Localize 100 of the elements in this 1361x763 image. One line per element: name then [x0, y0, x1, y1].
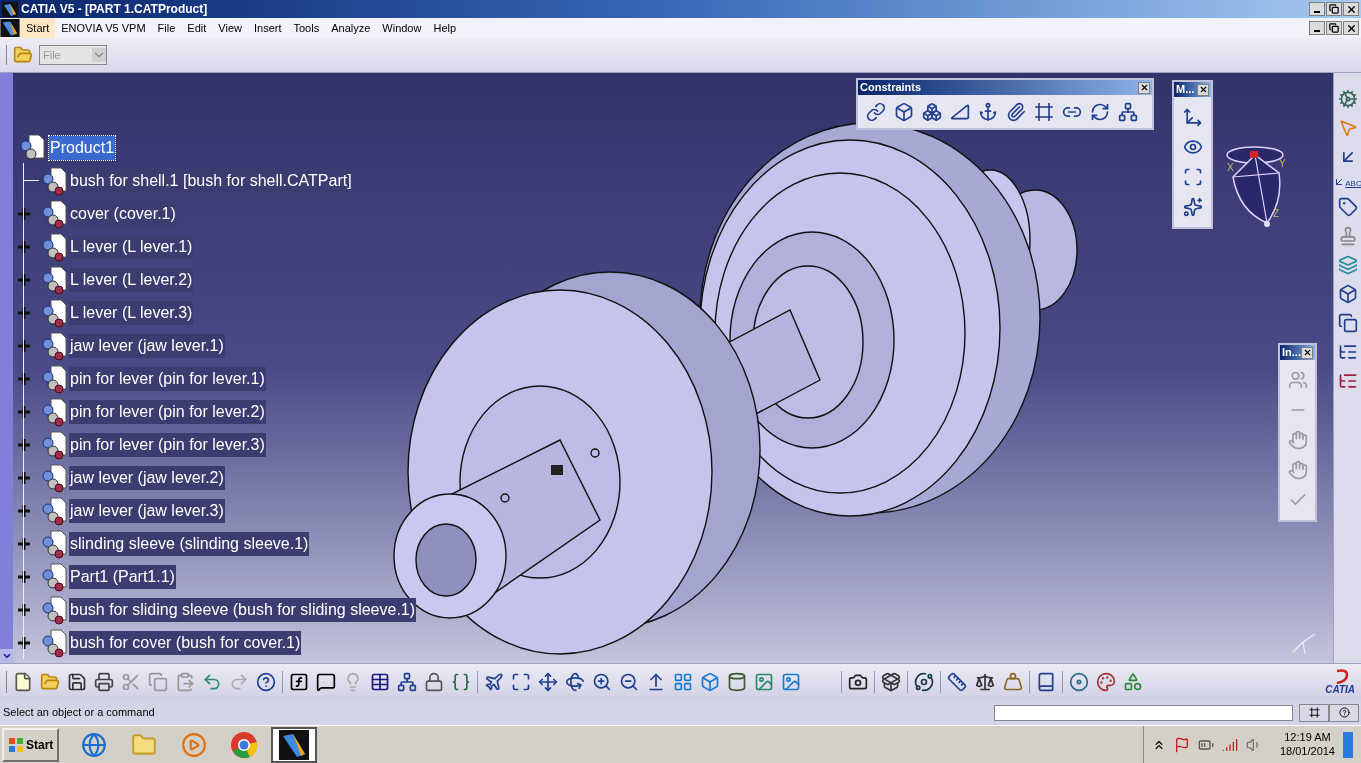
menu-item[interactable]: Help — [427, 18, 463, 38]
pan-icon[interactable] — [538, 672, 558, 692]
close-button[interactable] — [1301, 346, 1313, 359]
normal-view-icon[interactable] — [646, 672, 666, 692]
cylinder-icon[interactable] — [727, 672, 747, 692]
undo-icon[interactable] — [202, 672, 222, 692]
restore-button[interactable] — [1326, 21, 1342, 35]
flag-icon[interactable] — [1173, 736, 1190, 753]
open-folder-icon[interactable] — [40, 672, 60, 692]
expand-icon[interactable] — [17, 206, 31, 221]
frame-icon[interactable] — [1034, 101, 1054, 122]
link-icon[interactable] — [866, 101, 886, 122]
expand-icon[interactable] — [17, 305, 31, 320]
swirl-icon[interactable] — [914, 672, 934, 692]
expand-icon[interactable] — [17, 239, 31, 254]
tree-node-label[interactable]: bush for cover (bush for cover.1) — [69, 630, 302, 655]
open-folder-icon[interactable] — [13, 45, 33, 65]
help-icon[interactable] — [256, 672, 276, 692]
box-icon[interactable] — [894, 101, 914, 122]
menu-item[interactable]: Start — [20, 18, 56, 38]
close-button[interactable] — [1343, 2, 1359, 16]
weight-icon[interactable] — [1003, 672, 1023, 692]
table-icon[interactable] — [370, 672, 390, 692]
refresh-icon[interactable] — [1090, 101, 1110, 122]
cube-icon[interactable] — [700, 672, 720, 692]
minimize-button[interactable] — [1309, 2, 1325, 16]
command-input-field[interactable] — [994, 704, 1293, 721]
tree-node-label[interactable]: jaw lever (jaw lever.2) — [69, 465, 225, 490]
network-icon[interactable] — [1118, 101, 1138, 122]
zoom-out-icon[interactable] — [619, 672, 639, 692]
zoom-in-icon[interactable] — [592, 672, 612, 692]
expand-icon[interactable] — [17, 272, 31, 287]
tree-node-label[interactable]: Product1 — [49, 135, 116, 160]
tree-node-label[interactable]: pin for lever (pin for lever.1) — [69, 366, 266, 391]
ruler-icon[interactable] — [947, 672, 967, 692]
cubes-icon[interactable] — [922, 101, 942, 122]
rotate-icon[interactable] — [565, 672, 585, 692]
expand-icon[interactable] — [17, 338, 31, 353]
tree-node-label[interactable]: jaw lever (jaw lever.3) — [69, 498, 225, 523]
tag-icon[interactable] — [1337, 197, 1358, 217]
menu-item[interactable]: Tools — [287, 18, 326, 38]
print-icon[interactable] — [94, 672, 114, 692]
layers-icon[interactable] — [1337, 255, 1358, 275]
expand-icon[interactable] — [17, 371, 31, 386]
menu-item[interactable]: Analyze — [325, 18, 377, 38]
show-desktop-button[interactable] — [1343, 731, 1353, 758]
expand-icon[interactable] — [17, 503, 31, 518]
tree-icon[interactable] — [1337, 342, 1358, 362]
anchor-icon[interactable] — [978, 101, 998, 122]
image-icon[interactable] — [754, 672, 774, 692]
expand-icon[interactable] — [17, 635, 31, 650]
scrollbar[interactable] — [0, 73, 13, 663]
function-icon[interactable] — [289, 672, 309, 692]
expand-icon[interactable] — [17, 470, 31, 485]
taskbar-app-button[interactable] — [271, 726, 318, 763]
tree-node-label[interactable]: bush for sliding sleeve (bush for sliding sleeve.1) — [69, 597, 417, 622]
restore-button[interactable] — [1326, 2, 1342, 16]
speech-bubble-icon[interactable] — [316, 672, 336, 692]
tree-node-label[interactable]: pin for lever (pin for lever.2) — [69, 399, 266, 424]
box-move-icon[interactable] — [881, 672, 901, 692]
expand-icon[interactable] — [17, 602, 31, 617]
box-icon[interactable] — [1337, 284, 1358, 304]
tree-node-label[interactable]: slinding sleeve (slinding sleeve.1) — [69, 531, 310, 556]
tree-node-label[interactable]: Part1 (Part1.1) — [69, 564, 176, 589]
menu-item[interactable]: Edit — [181, 18, 213, 38]
camera-icon[interactable] — [848, 672, 868, 692]
expand-icon[interactable] — [17, 437, 31, 452]
tree-node-label[interactable]: pin for lever (pin for lever.3) — [69, 432, 266, 457]
expand-icon[interactable] — [17, 536, 31, 551]
close-button[interactable] — [1343, 21, 1359, 35]
disc-icon[interactable] — [1069, 672, 1089, 692]
menu-item[interactable]: Insert — [247, 18, 288, 38]
menu-item[interactable]: ENOVIA V5 VPM — [55, 18, 152, 38]
menu-item[interactable]: File — [151, 18, 182, 38]
minimize-button[interactable] — [1309, 21, 1325, 35]
menu-item[interactable]: View — [212, 18, 248, 38]
save-icon[interactable] — [67, 672, 87, 692]
image-icon[interactable] — [781, 672, 801, 692]
tree-node-label[interactable]: L lever (L lever.3) — [69, 300, 194, 325]
gears-icon[interactable] — [1337, 89, 1358, 109]
scale-icon[interactable] — [975, 672, 995, 692]
eye-icon[interactable] — [1182, 137, 1203, 157]
fit-all-icon[interactable] — [511, 672, 531, 692]
tree-node-label[interactable]: cover (cover.1) — [69, 201, 177, 226]
move-axes-icon[interactable] — [1182, 107, 1203, 127]
lock-icon[interactable] — [424, 672, 444, 692]
new-file-icon[interactable] — [13, 672, 33, 692]
close-button[interactable] — [1197, 83, 1209, 96]
expand-icon[interactable] — [17, 569, 31, 584]
braces-icon[interactable] — [451, 672, 471, 692]
plane-icon[interactable] — [484, 672, 504, 692]
sparkle-icon[interactable] — [1182, 197, 1203, 217]
tree-icon[interactable] — [1337, 371, 1358, 391]
start-button[interactable]: Start — [2, 727, 60, 762]
signal-icon[interactable] — [1221, 736, 1238, 753]
panel-button[interactable] — [1299, 703, 1329, 722]
expand-icon[interactable] — [17, 404, 31, 419]
menu-item[interactable]: Window — [376, 18, 428, 38]
shapes-icon[interactable] — [1123, 672, 1143, 692]
paperclip-icon[interactable] — [1006, 101, 1026, 122]
